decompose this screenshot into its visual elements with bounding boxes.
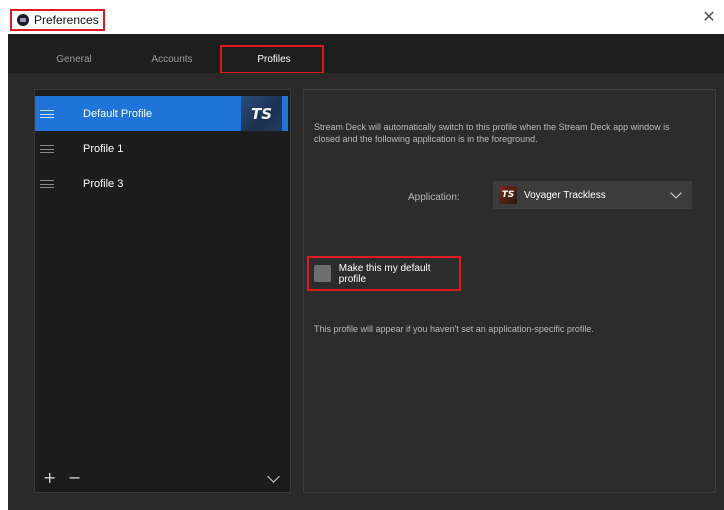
chevron-down-icon [670,187,682,199]
default-profile-hint: This profile will appear if you haven't … [314,324,594,334]
window-title: Preferences [34,13,99,27]
profile-label: Default Profile [83,107,153,120]
application-icon: TS [499,186,517,204]
application-dropdown[interactable]: TS Voyager Trackless [493,181,692,209]
remove-profile-button[interactable]: − [68,468,81,487]
drag-handle-icon[interactable] [40,109,54,118]
tab-bar: General Accounts Profiles [8,34,724,73]
auto-switch-description: Stream Deck will automatically switch to… [314,122,670,144]
drag-handle-icon[interactable] [40,179,54,188]
selection-indicator [282,96,288,131]
window-title-group: Preferences [10,9,105,31]
application-label: Application: [408,192,460,203]
profile-item-default[interactable]: Default Profile TS [35,96,288,131]
profile-label: Profile 3 [83,177,124,190]
default-profile-option[interactable]: Make this my default profile [307,256,461,291]
default-profile-label: Make this my default profile [338,262,431,285]
application-value: Voyager Trackless [524,189,606,201]
profile-item-1[interactable]: Profile 1 [35,131,282,166]
drag-handle-icon[interactable] [40,144,54,153]
profile-settings-panel: Stream Deck will automatically switch to… [303,89,716,493]
chevron-down-icon[interactable] [267,470,280,483]
profile-item-3[interactable]: Profile 3 [35,166,282,201]
close-button[interactable]: ✕ [702,9,716,25]
tab-general[interactable]: General [44,34,104,73]
add-profile-button[interactable]: + [43,468,56,487]
default-profile-checkbox[interactable] [314,265,331,282]
profile-list-panel: Default Profile TS Profile 1 Profile 3 +… [34,89,291,493]
tab-accounts[interactable]: Accounts [142,34,202,73]
profile-label: Profile 1 [83,142,124,155]
app-icon [17,14,29,26]
title-bar: Preferences ✕ [0,0,724,34]
tab-profiles[interactable]: Profiles [244,34,304,73]
profiles-content: Default Profile TS Profile 1 Profile 3 +… [8,73,724,510]
profile-list-footer: + − [35,466,290,492]
profile-thumbnail-icon: TS [241,96,282,131]
